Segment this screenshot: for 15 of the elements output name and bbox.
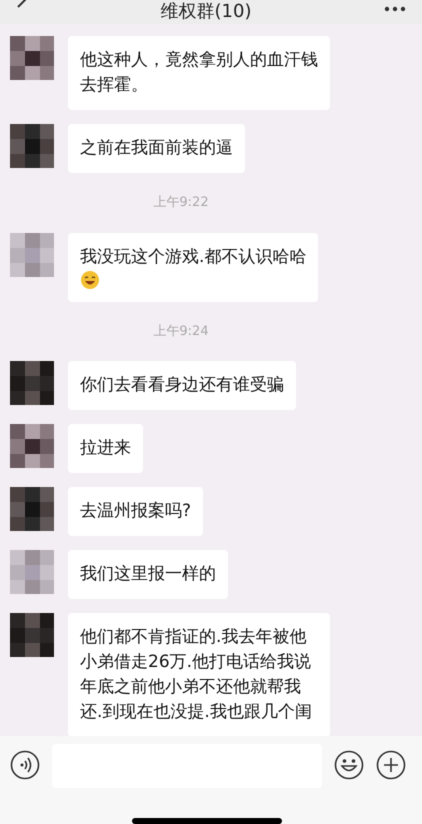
- message-bubble: 拉进来: [68, 424, 143, 473]
- voice-icon[interactable]: [10, 750, 40, 780]
- smiley-icon[interactable]: [334, 750, 364, 780]
- message-bubble: 去温州报案吗?: [68, 487, 204, 536]
- message-bubble: 我没玩这个游戏.都不认识哈哈: [68, 232, 318, 302]
- chat-title: 维权群(10): [160, 2, 252, 22]
- message-bubble: 之前在我面前装的逼: [68, 124, 245, 173]
- timestamp: 上午9:24: [153, 322, 209, 340]
- message-bubble: 我们这里报一样的: [68, 550, 228, 599]
- more-icon[interactable]: [384, 6, 406, 12]
- message-bubble: 他们都不肯指证的.我去年被他小弟借走26万.他打电话给我说年底之前他小弟不还他就帮我还.到现在也没提.我也跟几个闺: [68, 613, 330, 737]
- plus-icon[interactable]: [376, 750, 406, 780]
- message-bubble: 他这种人，竟然拿别人的血汗钱去挥霍。: [68, 36, 330, 110]
- message-bubble: 你们去看看身边还有谁受骗: [68, 361, 296, 410]
- timestamp: 上午9:22: [153, 194, 209, 212]
